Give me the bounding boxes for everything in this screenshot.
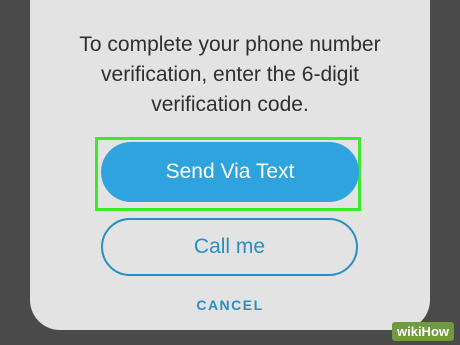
message-line: verification, enter the 6-digit xyxy=(101,63,359,86)
verification-message: To complete your phone number verificati… xyxy=(30,30,430,120)
message-line: verification code. xyxy=(151,93,309,116)
watermark-logo: wikiHow xyxy=(391,322,454,341)
call-me-button[interactable]: Call me xyxy=(101,218,358,276)
send-via-text-button[interactable]: Send Via Text xyxy=(101,142,359,202)
message-line: To complete your phone number xyxy=(79,33,381,56)
cancel-link[interactable]: CANCEL xyxy=(30,297,430,313)
